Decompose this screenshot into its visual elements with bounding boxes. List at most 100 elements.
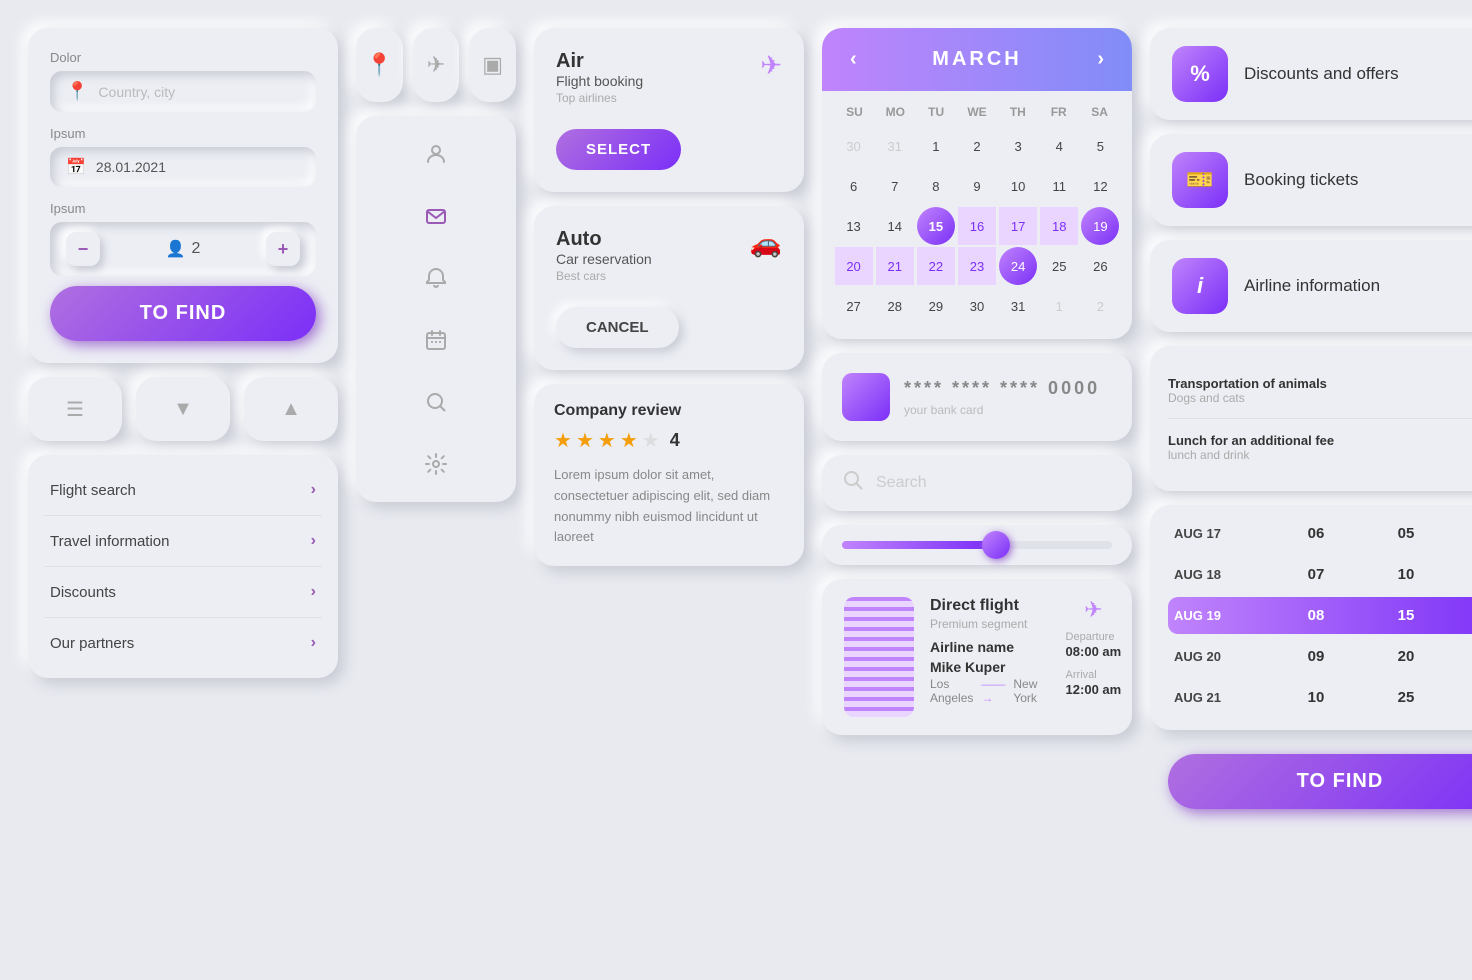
calendar-cell[interactable]: 19 [1081, 207, 1119, 245]
ticket-stripes [844, 597, 914, 717]
time-row[interactable]: AUG 211025 [1168, 679, 1472, 716]
dropdown-button[interactable]: ▼ [136, 377, 230, 441]
calendar-card: ‹ MARCH › SU MO TU WE TH FR SA 303112345… [822, 28, 1132, 339]
calendar-sidebar-icon[interactable] [414, 318, 458, 362]
calendar-cell[interactable]: 24 [999, 247, 1037, 285]
to-find-right-button[interactable]: TO FIND [1168, 754, 1472, 809]
grid-icon: ▣ [482, 52, 503, 78]
time-hour: 06 [1298, 525, 1334, 542]
search-bar-icon [842, 469, 864, 497]
passengers-input: − 👤 2 + [50, 222, 316, 276]
calendar-cell[interactable]: 27 [835, 287, 873, 325]
calendar-cell[interactable]: 15 [917, 207, 955, 245]
calendar-cell[interactable]: 31 [876, 127, 914, 165]
calendar-cell[interactable]: 2 [958, 127, 996, 165]
calendar-cell[interactable]: 20 [835, 247, 873, 285]
calendar-cell[interactable]: 4 [1040, 127, 1078, 165]
hamburger-button[interactable]: ☰ [28, 377, 122, 441]
calendar-cell[interactable]: 11 [1040, 167, 1078, 205]
calendar-cell[interactable]: 17 [999, 207, 1037, 245]
time-hour: 09 [1298, 648, 1334, 665]
calendar-icon: 📅 [66, 157, 86, 177]
menu-label: Our partners [50, 635, 134, 652]
profile-icon[interactable] [414, 132, 458, 176]
rating-number: 4 [670, 430, 680, 451]
country-placeholder: Country, city [98, 84, 175, 100]
calendar-cell[interactable]: 25 [1040, 247, 1078, 285]
increment-button[interactable]: + [266, 232, 300, 266]
calendar-cell[interactable]: 28 [876, 287, 914, 325]
menu-item-partners[interactable]: Our partners › [44, 618, 322, 668]
mail-icon[interactable] [414, 194, 458, 238]
bell-icon[interactable] [414, 256, 458, 300]
time-row[interactable]: AUG 180710AM [1168, 556, 1472, 593]
upload-button[interactable]: ▲ [244, 377, 338, 441]
ticket-person: Mike Kuper [930, 659, 1037, 675]
chevron-right-icon: › [311, 634, 316, 652]
star-rating: ★ ★ ★ ★ ★ 4 [554, 428, 784, 453]
icon-sidebar [356, 116, 516, 502]
calendar-cell[interactable]: 13 [835, 207, 873, 245]
calendar-cell[interactable]: 6 [835, 167, 873, 205]
time-row[interactable]: AUG 170605 [1168, 515, 1472, 552]
calendar-cell[interactable]: 5 [1081, 127, 1119, 165]
calendar-cell[interactable]: 3 [999, 127, 1037, 165]
country-input[interactable]: 📍 Country, city [50, 71, 316, 112]
to-find-button[interactable]: TO FIND [50, 286, 316, 341]
calendar-cell[interactable]: 1 [917, 127, 955, 165]
origin: Los Angeles [930, 677, 973, 705]
calendar-cell[interactable]: 9 [958, 167, 996, 205]
calendar-cell[interactable]: 12 [1081, 167, 1119, 205]
ticket-icon: 🎫 [1186, 167, 1213, 193]
cancel-button[interactable]: CANCEL [556, 307, 679, 348]
date-input[interactable]: 📅 28.01.2021 [50, 147, 316, 187]
calendar-month: MARCH [932, 48, 1021, 71]
calendar-cell[interactable]: 23 [958, 247, 996, 285]
slider-thumb[interactable] [982, 531, 1010, 559]
menu-item-discounts[interactable]: Discounts › [44, 567, 322, 618]
time-row[interactable]: AUG 190815PM [1168, 597, 1472, 634]
grid-icon-box[interactable]: ▣ [469, 28, 516, 102]
navigation-menu: Flight search › Travel information › Dis… [28, 455, 338, 678]
search-sidebar-icon[interactable] [414, 380, 458, 424]
discounts-card[interactable]: % Discounts and offers [1150, 28, 1472, 120]
menu-label: Discounts [50, 584, 116, 601]
settings-icon[interactable] [414, 442, 458, 486]
calendar-cell[interactable]: 1 [1040, 287, 1078, 325]
calendar-cell[interactable]: 16 [958, 207, 996, 245]
pin-icon: 📍 [66, 81, 88, 102]
calendar-cell[interactable]: 7 [876, 167, 914, 205]
calendar-cell[interactable]: 18 [1040, 207, 1078, 245]
select-button[interactable]: SELECT [556, 129, 681, 170]
calendar-cell[interactable]: 22 [917, 247, 955, 285]
flight-icon-box[interactable]: ✈ [413, 28, 460, 102]
menu-item-travel[interactable]: Travel information › [44, 516, 322, 567]
search-bar[interactable]: Search [822, 455, 1132, 511]
departure-time: 08:00 am [1066, 644, 1122, 659]
airline-info-card[interactable]: i Airline information [1150, 240, 1472, 332]
calendar-cell[interactable]: 10 [999, 167, 1037, 205]
calendar-cell[interactable]: 21 [876, 247, 914, 285]
search-form: Dolor 📍 Country, city Ipsum 📅 28.01.2021… [28, 28, 338, 363]
card-number: **** **** **** 0000 [904, 378, 1100, 399]
booking-tickets-card[interactable]: 🎫 Booking tickets [1150, 134, 1472, 226]
calendar-cell[interactable]: 31 [999, 287, 1037, 325]
search-placeholder: Search [876, 474, 927, 492]
next-month-button[interactable]: › [1089, 44, 1112, 75]
prev-month-button[interactable]: ‹ [842, 44, 865, 75]
calendar-cell[interactable]: 29 [917, 287, 955, 325]
location-icon-box[interactable]: 📍 [356, 28, 403, 102]
time-row[interactable]: AUG 200920 [1168, 638, 1472, 675]
decrement-button[interactable]: − [66, 232, 100, 266]
arrival-label: Arrival [1066, 669, 1122, 681]
review-title: Company review [554, 402, 784, 420]
calendar-cell[interactable]: 14 [876, 207, 914, 245]
slider-track[interactable] [842, 541, 1112, 549]
menu-item-flight-search[interactable]: Flight search › [44, 465, 322, 516]
air-booking-card: Air Flight booking Top airlines ✈ SELECT [534, 28, 804, 192]
calendar-cell[interactable]: 2 [1081, 287, 1119, 325]
calendar-cell[interactable]: 26 [1081, 247, 1119, 285]
calendar-cell[interactable]: 8 [917, 167, 955, 205]
calendar-cell[interactable]: 30 [835, 127, 873, 165]
calendar-cell[interactable]: 30 [958, 287, 996, 325]
